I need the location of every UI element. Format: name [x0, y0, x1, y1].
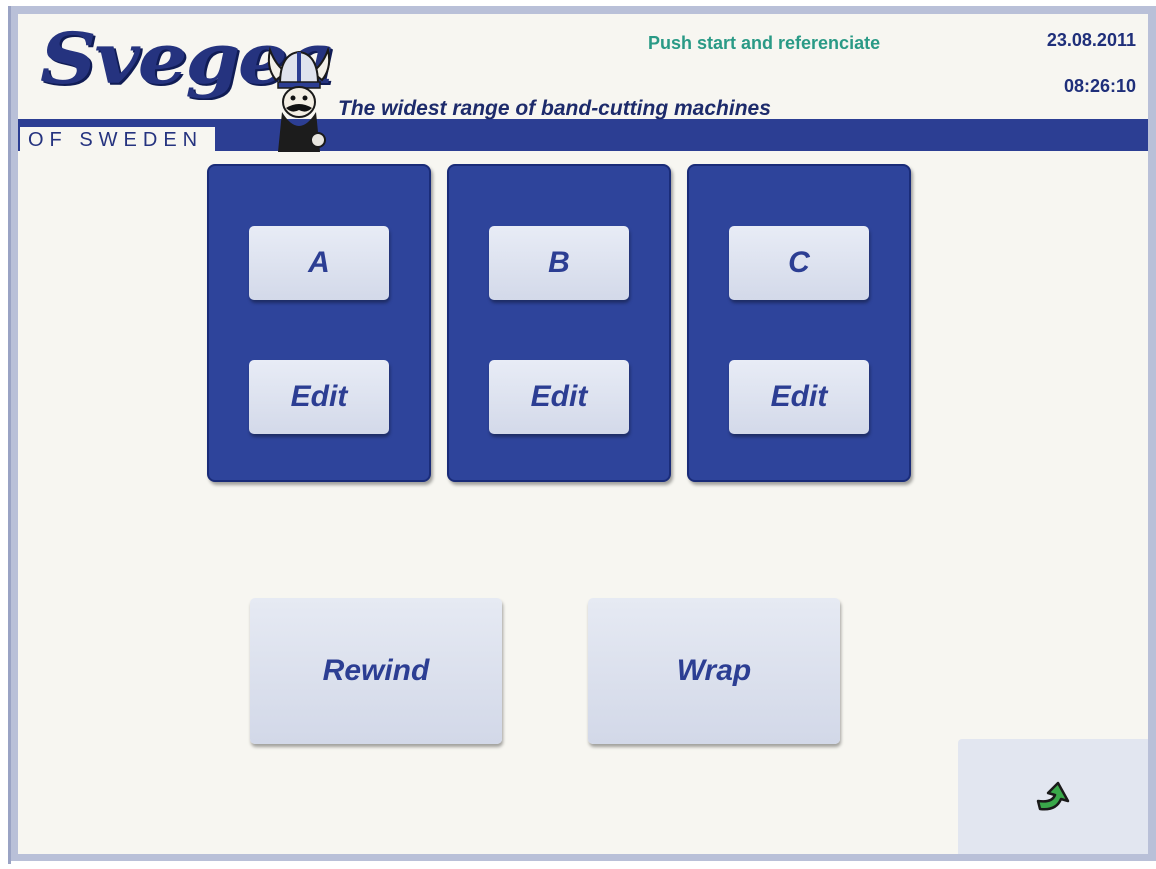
- program-panel-b: B Edit: [447, 164, 671, 482]
- program-panel-a: A Edit: [207, 164, 431, 482]
- frame-edge: [8, 6, 11, 864]
- edit-program-a-button[interactable]: Edit: [249, 360, 389, 434]
- rewind-button[interactable]: Rewind: [250, 598, 502, 744]
- status-message: Push start and referenciate: [648, 33, 881, 53]
- tagline: The widest range of band-cutting machine…: [338, 97, 771, 120]
- next-button[interactable]: [958, 739, 1148, 854]
- wrap-button[interactable]: Wrap: [588, 598, 840, 744]
- edit-program-c-button[interactable]: Edit: [729, 360, 869, 434]
- next-arrow-icon: [1036, 781, 1070, 811]
- program-c-button[interactable]: C: [729, 226, 869, 300]
- date-display: 23.08.2011: [1046, 30, 1136, 50]
- program-a-button[interactable]: A: [249, 226, 389, 300]
- program-b-button[interactable]: B: [489, 226, 629, 300]
- hmi-screen: Svegea OF SWEDEN The widest range of ban…: [18, 14, 1148, 854]
- edit-program-b-button[interactable]: Edit: [489, 360, 629, 434]
- program-panel-c: C Edit: [687, 164, 911, 482]
- time-display: 08:26:10: [1063, 76, 1136, 96]
- viking-mascot-icon: [267, 46, 331, 152]
- brand-subtitle: OF SWEDEN: [20, 127, 216, 153]
